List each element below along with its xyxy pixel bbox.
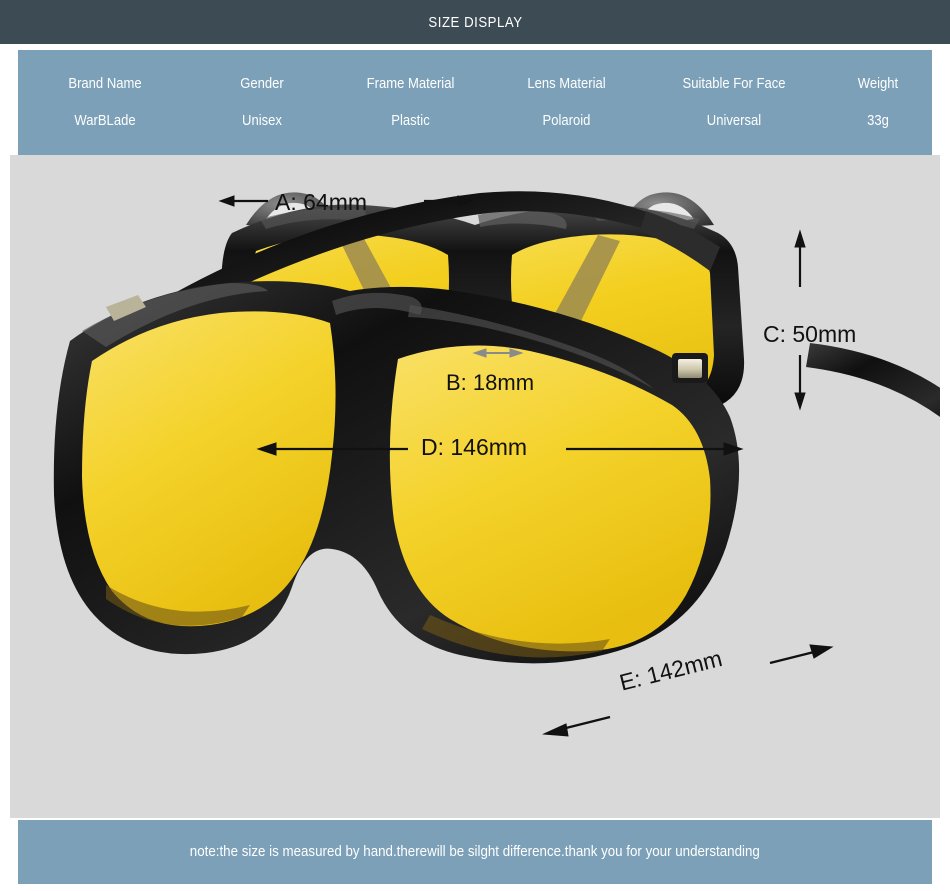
measurement-label-b: B: 18mm [446, 370, 535, 395]
spec-header-gender: Gender [240, 76, 284, 92]
arrow-c-down [794, 355, 806, 411]
spec-header-lens-material: Lens Material [527, 76, 606, 92]
spec-header-suitable-for-face: Suitable For Face [682, 76, 786, 92]
footer-note: note:the size is measured by hand.therew… [189, 844, 760, 860]
spec-value-suitable-for-face: Universal [706, 113, 762, 129]
spec-header-row: Brand Name Gender Frame Material Lens Ma… [18, 76, 932, 92]
spec-value-lens-material: Polaroid [542, 113, 591, 129]
spec-value-frame-material: Plastic [391, 113, 430, 129]
measurement-label-d: D: 146mm [421, 434, 528, 460]
header-bar: SIZE DISPLAY [0, 0, 950, 44]
spec-header-frame-material: Frame Material [366, 76, 455, 92]
spec-table: Brand Name Gender Frame Material Lens Ma… [18, 50, 932, 155]
dimension-arrows [218, 195, 806, 456]
spec-value-brand-name: WarBLade [74, 113, 136, 129]
product-image-stage: A: 64mm B: 18mm C: 50mm D: 146mm E: 142m… [10, 155, 940, 818]
spec-value-gender: Unisex [242, 113, 282, 129]
arrow-a-left [218, 195, 268, 207]
product-illustration [53, 191, 940, 737]
measurement-label-c: C: 50mm [763, 321, 857, 347]
arrow-a-right [424, 195, 474, 207]
spec-value-weight: 33g [867, 113, 889, 129]
sunglasses-angled-view [53, 191, 940, 664]
measurement-label-e: E: 142mm [616, 645, 725, 696]
arrow-b [472, 348, 524, 358]
footer-bar: note:the size is measured by hand.therew… [18, 820, 932, 884]
spec-value-row: WarBLade Unisex Plastic Polaroid Univers… [18, 113, 932, 129]
spec-header-weight: Weight [857, 76, 899, 92]
spec-header-brand-name: Brand Name [68, 76, 142, 92]
page-title: SIZE DISPLAY [427, 13, 523, 31]
arrow-c-up [794, 229, 806, 287]
measurement-label-a: A: 64mm [275, 189, 368, 215]
